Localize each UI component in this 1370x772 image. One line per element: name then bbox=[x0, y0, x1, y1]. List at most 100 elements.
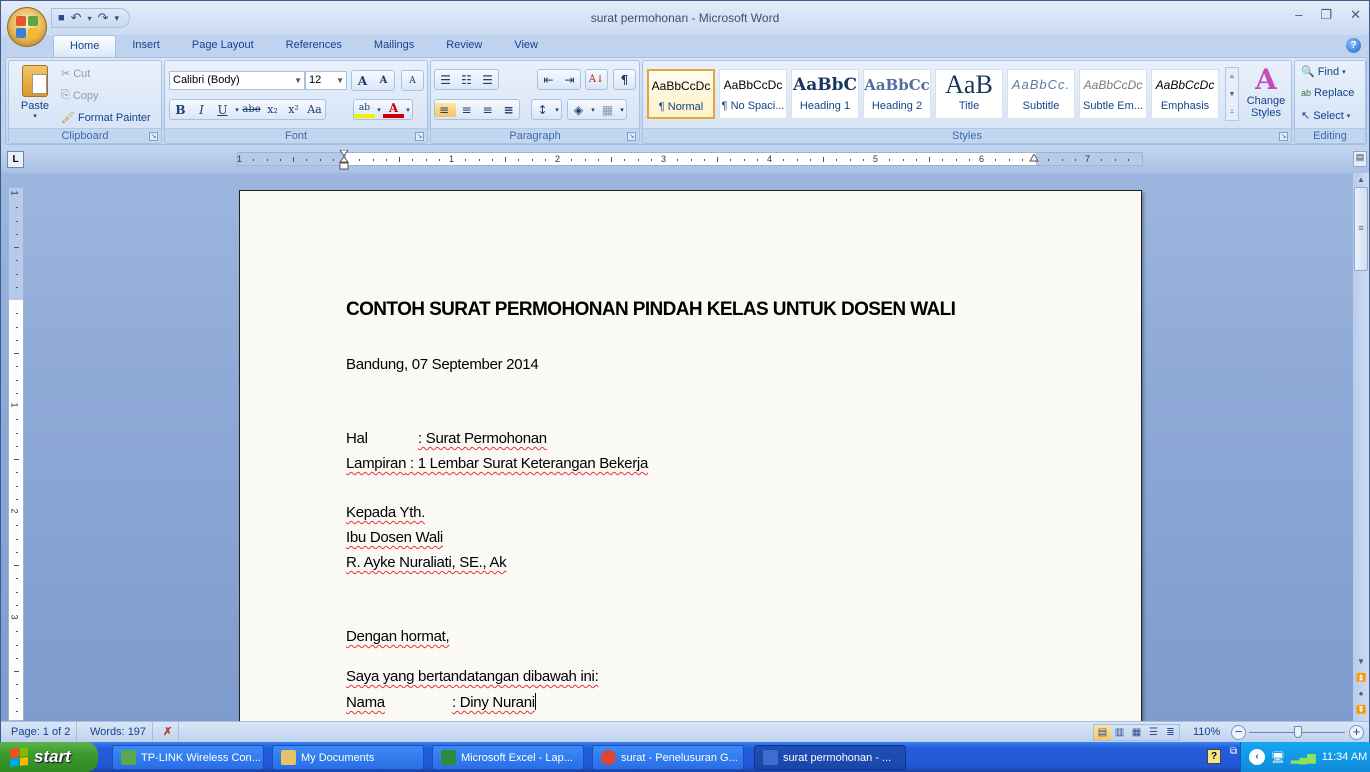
align-left-button[interactable]: ≡ bbox=[435, 102, 456, 117]
language-bar-icon[interactable]: ⧉ bbox=[1230, 746, 1237, 757]
draft-view-icon[interactable]: ≣ bbox=[1162, 725, 1179, 740]
word-count[interactable]: Words: 197 bbox=[84, 722, 154, 743]
underline-button[interactable]: U bbox=[212, 103, 233, 117]
browse-object-icon[interactable]: ● bbox=[1353, 687, 1369, 701]
replace-button[interactable]: ab Replace bbox=[1301, 87, 1354, 99]
sort-button[interactable]: A↓ bbox=[585, 69, 608, 90]
view-ruler-button[interactable]: ▤ bbox=[1353, 151, 1367, 167]
vertical-ruler[interactable]: 1 1 2 3 bbox=[8, 187, 24, 721]
tab-home[interactable]: Home bbox=[53, 35, 117, 57]
format-painter-button[interactable]: 🖌 Format Painter bbox=[61, 111, 151, 125]
shrink-font-button[interactable]: A bbox=[373, 75, 394, 86]
next-page-icon[interactable]: ⏬ bbox=[1353, 703, 1369, 717]
tab-insert[interactable]: Insert bbox=[116, 35, 176, 57]
chevron-down-icon[interactable]: ▾ bbox=[233, 106, 241, 114]
outline-view-icon[interactable]: ☰ bbox=[1145, 725, 1162, 740]
shading-button[interactable]: ◈ bbox=[568, 103, 589, 117]
taskbar-item-tplink[interactable]: TP-LINK Wireless Con... bbox=[112, 745, 264, 770]
scrollbar-thumb[interactable]: ≡ bbox=[1354, 187, 1368, 271]
tab-page-layout[interactable]: Page Layout bbox=[176, 35, 270, 57]
web-layout-view-icon[interactable]: ▦ bbox=[1128, 725, 1145, 740]
redo-icon[interactable]: ↷ bbox=[98, 10, 109, 26]
more-styles-icon[interactable]: ⩡ bbox=[1226, 104, 1238, 120]
clear-formatting-button[interactable]: A bbox=[401, 70, 424, 91]
chevron-down-icon[interactable]: ▾ bbox=[404, 106, 412, 114]
chevron-down-icon[interactable]: ▾ bbox=[618, 106, 626, 114]
tab-view[interactable]: View bbox=[498, 35, 554, 57]
find-button[interactable]: 🔍 Find ▾ bbox=[1301, 65, 1346, 79]
document-page[interactable]: CONTOH SURAT PERMOHONAN PINDAH KELAS UNT… bbox=[239, 190, 1142, 730]
clock[interactable]: 11:34 AM bbox=[1322, 751, 1368, 763]
increase-indent-button[interactable]: ⇥ bbox=[559, 73, 580, 87]
align-right-button[interactable]: ≡ bbox=[477, 103, 498, 117]
line-spacing-button[interactable]: ↕ ▾ bbox=[531, 99, 562, 120]
show-marks-button[interactable]: ¶ bbox=[613, 69, 636, 90]
zoom-out-button[interactable]: − bbox=[1231, 725, 1246, 740]
restore-button[interactable]: ❐ bbox=[1320, 7, 1332, 23]
bold-button[interactable]: B bbox=[170, 103, 191, 117]
style-heading-1[interactable]: AaBbC Heading 1 bbox=[791, 69, 859, 119]
clipboard-dialog-launcher[interactable]: ↘ bbox=[149, 132, 158, 141]
paragraph-dialog-launcher[interactable]: ↘ bbox=[627, 132, 636, 141]
multilevel-list-button[interactable]: ☰ bbox=[477, 73, 498, 87]
vertical-scrollbar[interactable]: ▲ ≡ ▼ ⏫ ● ⏬ bbox=[1353, 173, 1369, 721]
copy-button[interactable]: ⎘ Copy bbox=[61, 89, 99, 102]
chevron-down-icon[interactable]: ▾ bbox=[88, 14, 92, 23]
style-heading-2[interactable]: AaBbCc Heading 2 bbox=[863, 69, 931, 119]
grow-font-button[interactable]: A bbox=[352, 74, 373, 88]
styles-dialog-launcher[interactable]: ↘ bbox=[1279, 132, 1288, 141]
horizontal-ruler[interactable]: 1 1 2 3 4 5 6 7 bbox=[237, 152, 1143, 166]
save-icon[interactable]: ■ bbox=[58, 12, 65, 24]
zoom-slider-thumb[interactable] bbox=[1294, 726, 1303, 738]
decrease-indent-button[interactable]: ⇤ bbox=[538, 73, 559, 87]
taskbar-item-excel[interactable]: Microsoft Excel - Lap... bbox=[432, 745, 584, 770]
borders-button[interactable]: ▦ bbox=[597, 103, 618, 117]
subscript-button[interactable]: x₂ bbox=[262, 103, 283, 116]
wireless-signal-icon[interactable]: ▂▄▆ bbox=[1291, 751, 1316, 764]
chevron-up-icon[interactable]: ▲ bbox=[1226, 68, 1238, 86]
customize-qat-icon[interactable]: ▾ bbox=[114, 13, 119, 24]
tab-mailings[interactable]: Mailings bbox=[358, 35, 430, 57]
proofing-error-icon[interactable]: ✗ bbox=[157, 722, 180, 743]
style-no-spacing[interactable]: AaBbCcDc ¶ No Spaci... bbox=[719, 69, 787, 119]
page-count[interactable]: Page: 1 of 2 bbox=[5, 722, 78, 743]
center-button[interactable]: ≡ bbox=[456, 103, 477, 117]
bullets-button[interactable]: ☰ bbox=[435, 73, 456, 87]
select-button[interactable]: ↖ Select ▾ bbox=[1301, 109, 1350, 123]
indent-marker[interactable] bbox=[339, 150, 349, 170]
cut-button[interactable]: ✂ Cut bbox=[61, 67, 90, 81]
start-button[interactable]: start bbox=[0, 742, 98, 772]
tab-selector[interactable]: L bbox=[7, 151, 24, 168]
highlight-button[interactable]: ab bbox=[354, 102, 375, 118]
font-color-button[interactable]: A bbox=[383, 102, 404, 118]
chevron-down-icon[interactable]: ▾ bbox=[375, 106, 383, 114]
network-icon[interactable]: 🖥 bbox=[1271, 751, 1285, 764]
minimize-button[interactable]: – bbox=[1295, 7, 1302, 23]
tab-review[interactable]: Review bbox=[430, 35, 498, 57]
chevron-down-icon[interactable]: ▾ bbox=[589, 106, 597, 114]
paste-button[interactable]: Paste ▾ bbox=[15, 65, 55, 125]
numbering-button[interactable]: ☷ bbox=[456, 73, 477, 87]
style-subtle-emphasis[interactable]: AaBbCcDc Subtle Em... bbox=[1079, 69, 1147, 119]
italic-button[interactable]: I bbox=[191, 103, 212, 117]
superscript-button[interactable]: x² bbox=[283, 103, 304, 116]
style-emphasis[interactable]: AaBbCcDc Emphasis bbox=[1151, 69, 1219, 119]
style-subtitle[interactable]: AaBbCc. Subtitle bbox=[1007, 69, 1075, 119]
scroll-up-arrow-icon[interactable]: ▲ bbox=[1353, 173, 1369, 187]
taskbar-item-my-documents[interactable]: My Documents bbox=[272, 745, 424, 770]
taskbar-item-word[interactable]: surat permohonan - ... bbox=[754, 745, 906, 770]
close-button[interactable]: ✕ bbox=[1350, 7, 1361, 23]
zoom-level[interactable]: 110% bbox=[1193, 722, 1220, 743]
tab-references[interactable]: References bbox=[270, 35, 358, 57]
taskbar-item-chrome[interactable]: surat - Penelusuran G... bbox=[592, 745, 744, 770]
previous-page-icon[interactable]: ⏫ bbox=[1353, 671, 1369, 685]
help-tray-icon[interactable]: ? bbox=[1207, 749, 1221, 764]
office-button[interactable] bbox=[7, 7, 47, 47]
full-screen-reading-view-icon[interactable]: ▥ bbox=[1111, 725, 1128, 740]
style-title[interactable]: AaB Title bbox=[935, 69, 1003, 119]
change-case-button[interactable]: Aa bbox=[304, 103, 325, 116]
change-styles-button[interactable]: A Change Styles bbox=[1243, 65, 1289, 127]
justify-button[interactable]: ≡ bbox=[498, 103, 519, 117]
zoom-in-button[interactable]: + bbox=[1349, 725, 1364, 740]
collapse-tray-icon[interactable]: ‹ bbox=[1249, 749, 1265, 765]
